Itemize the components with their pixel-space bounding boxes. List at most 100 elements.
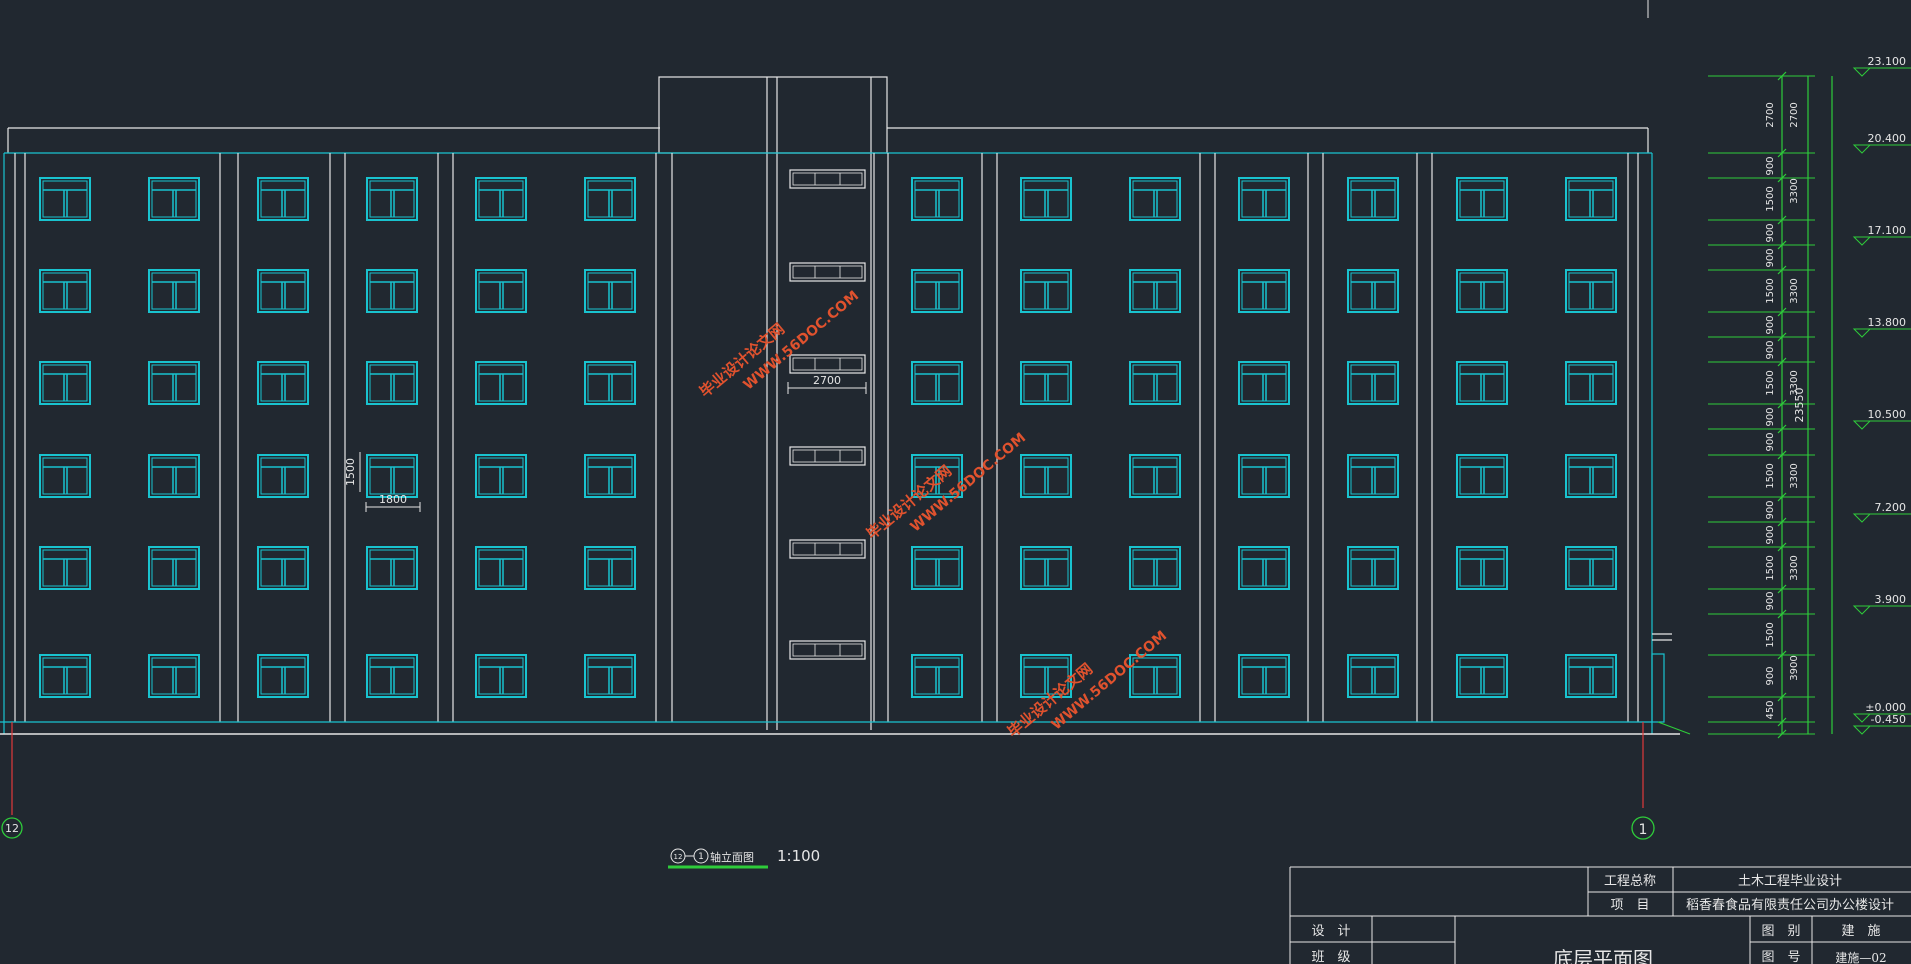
level-label: 10.500 [1868,408,1907,421]
window [475,177,527,221]
window [911,361,963,405]
tb-category-label: 图 别 [1761,924,1800,939]
dim-outer-label: 2700 [1765,102,1776,127]
window [1020,546,1072,590]
window [1347,269,1399,313]
window [475,269,527,313]
window [148,177,200,221]
window [475,654,527,698]
window [584,546,636,590]
window [1565,546,1617,590]
dim-outer-label: 900 [1765,525,1776,544]
dim-outer-label: 900 [1765,666,1776,685]
window [584,361,636,405]
window [911,177,963,221]
total-height-dim: 23550 [1793,388,1806,423]
window [39,546,91,590]
window [257,454,309,498]
window [1565,454,1617,498]
level-marks: 23.100 20.400 17.100 13.800 10.500 7.200 3.900… [1852,55,1911,735]
window [1020,269,1072,313]
window [257,269,309,313]
level-label: 17.100 [1868,224,1907,237]
window [911,546,963,590]
dim-outer-label: 450 [1765,700,1776,719]
window [475,546,527,590]
tb-number-label: 图 号 [1761,950,1800,964]
dimension-chain [1781,76,1833,734]
level-label: 13.800 [1868,316,1907,329]
axis-left-label: 12 [5,822,19,835]
window [257,177,309,221]
window [366,177,418,221]
window [911,269,963,313]
dim-inner-label: 3900 [1789,655,1800,680]
caption-axis-right: 1 [698,852,704,862]
window [1347,454,1399,498]
window [39,361,91,405]
window [584,177,636,221]
level-label: 3.900 [1875,593,1907,606]
dim-outer-label: 900 [1765,223,1776,242]
tb-category-value: 建 施 [1841,924,1880,939]
window [366,654,418,698]
tb-project-label: 工程总称 [1604,874,1656,889]
window [366,546,418,590]
tb-item-value: 稻香春食品有限责任公司办公楼设计 [1686,897,1894,913]
stair-window-grid [789,169,866,660]
window [1238,177,1290,221]
window [39,269,91,313]
window [1238,361,1290,405]
level-mark: 17.100 [1852,224,1911,246]
window [584,269,636,313]
stair-window [789,640,866,660]
window [1129,269,1181,313]
window [1456,454,1508,498]
window [257,361,309,405]
tb-class-label: 班 级 [1311,950,1350,964]
window [39,654,91,698]
window [257,546,309,590]
stair-window [789,169,866,189]
window-height-dim: 1500 [344,458,357,486]
building-outline [0,76,1691,735]
watermark-3: 毕业设计论文网 WWW.56DOC.COM [1004,628,1170,741]
window [1565,269,1617,313]
window [1347,654,1399,698]
window [1456,177,1508,221]
dim-outer-label: 900 [1765,432,1776,451]
dim-outer-label: 900 [1765,315,1776,334]
window [366,361,418,405]
window [1020,361,1072,405]
dim-inner-label: 3300 [1789,278,1800,303]
level-mark: 13.800 [1852,316,1911,338]
dim-outer-label: 900 [1765,340,1776,359]
dim-outer-label: 900 [1765,591,1776,610]
window [584,454,636,498]
window [475,361,527,405]
title-block [1289,0,1911,964]
watermark-1: 毕业设计论文网 WWW.56DOC.COM [696,288,862,401]
tb-design-label: 设 计 [1311,924,1350,939]
window [148,361,200,405]
level-mark: 23.100 [1852,55,1911,77]
axis-right-label: 1 [1639,822,1648,838]
level-label: 23.100 [1868,55,1907,68]
dim-outer-label: 1500 [1765,186,1776,211]
window [1238,546,1290,590]
window [1565,654,1617,698]
axis-markers [1,722,1655,840]
tb-drawing-title: 底层平面图 [1553,947,1653,964]
dim-outer-label: 1500 [1765,463,1776,488]
stair-window [789,539,866,559]
dim-outer-label: 1500 [1765,370,1776,395]
window [1347,546,1399,590]
level-mark: 20.400 [1852,132,1911,154]
elevation-drawing: 1500 1800 2700 2700 900 1500 900 900 1500 900 9… [0,0,1911,964]
window [148,654,200,698]
window [1565,177,1617,221]
window [1238,654,1290,698]
dim-outer-label: 900 [1765,500,1776,519]
caption-title: 轴立面图 [710,850,754,864]
window [475,454,527,498]
